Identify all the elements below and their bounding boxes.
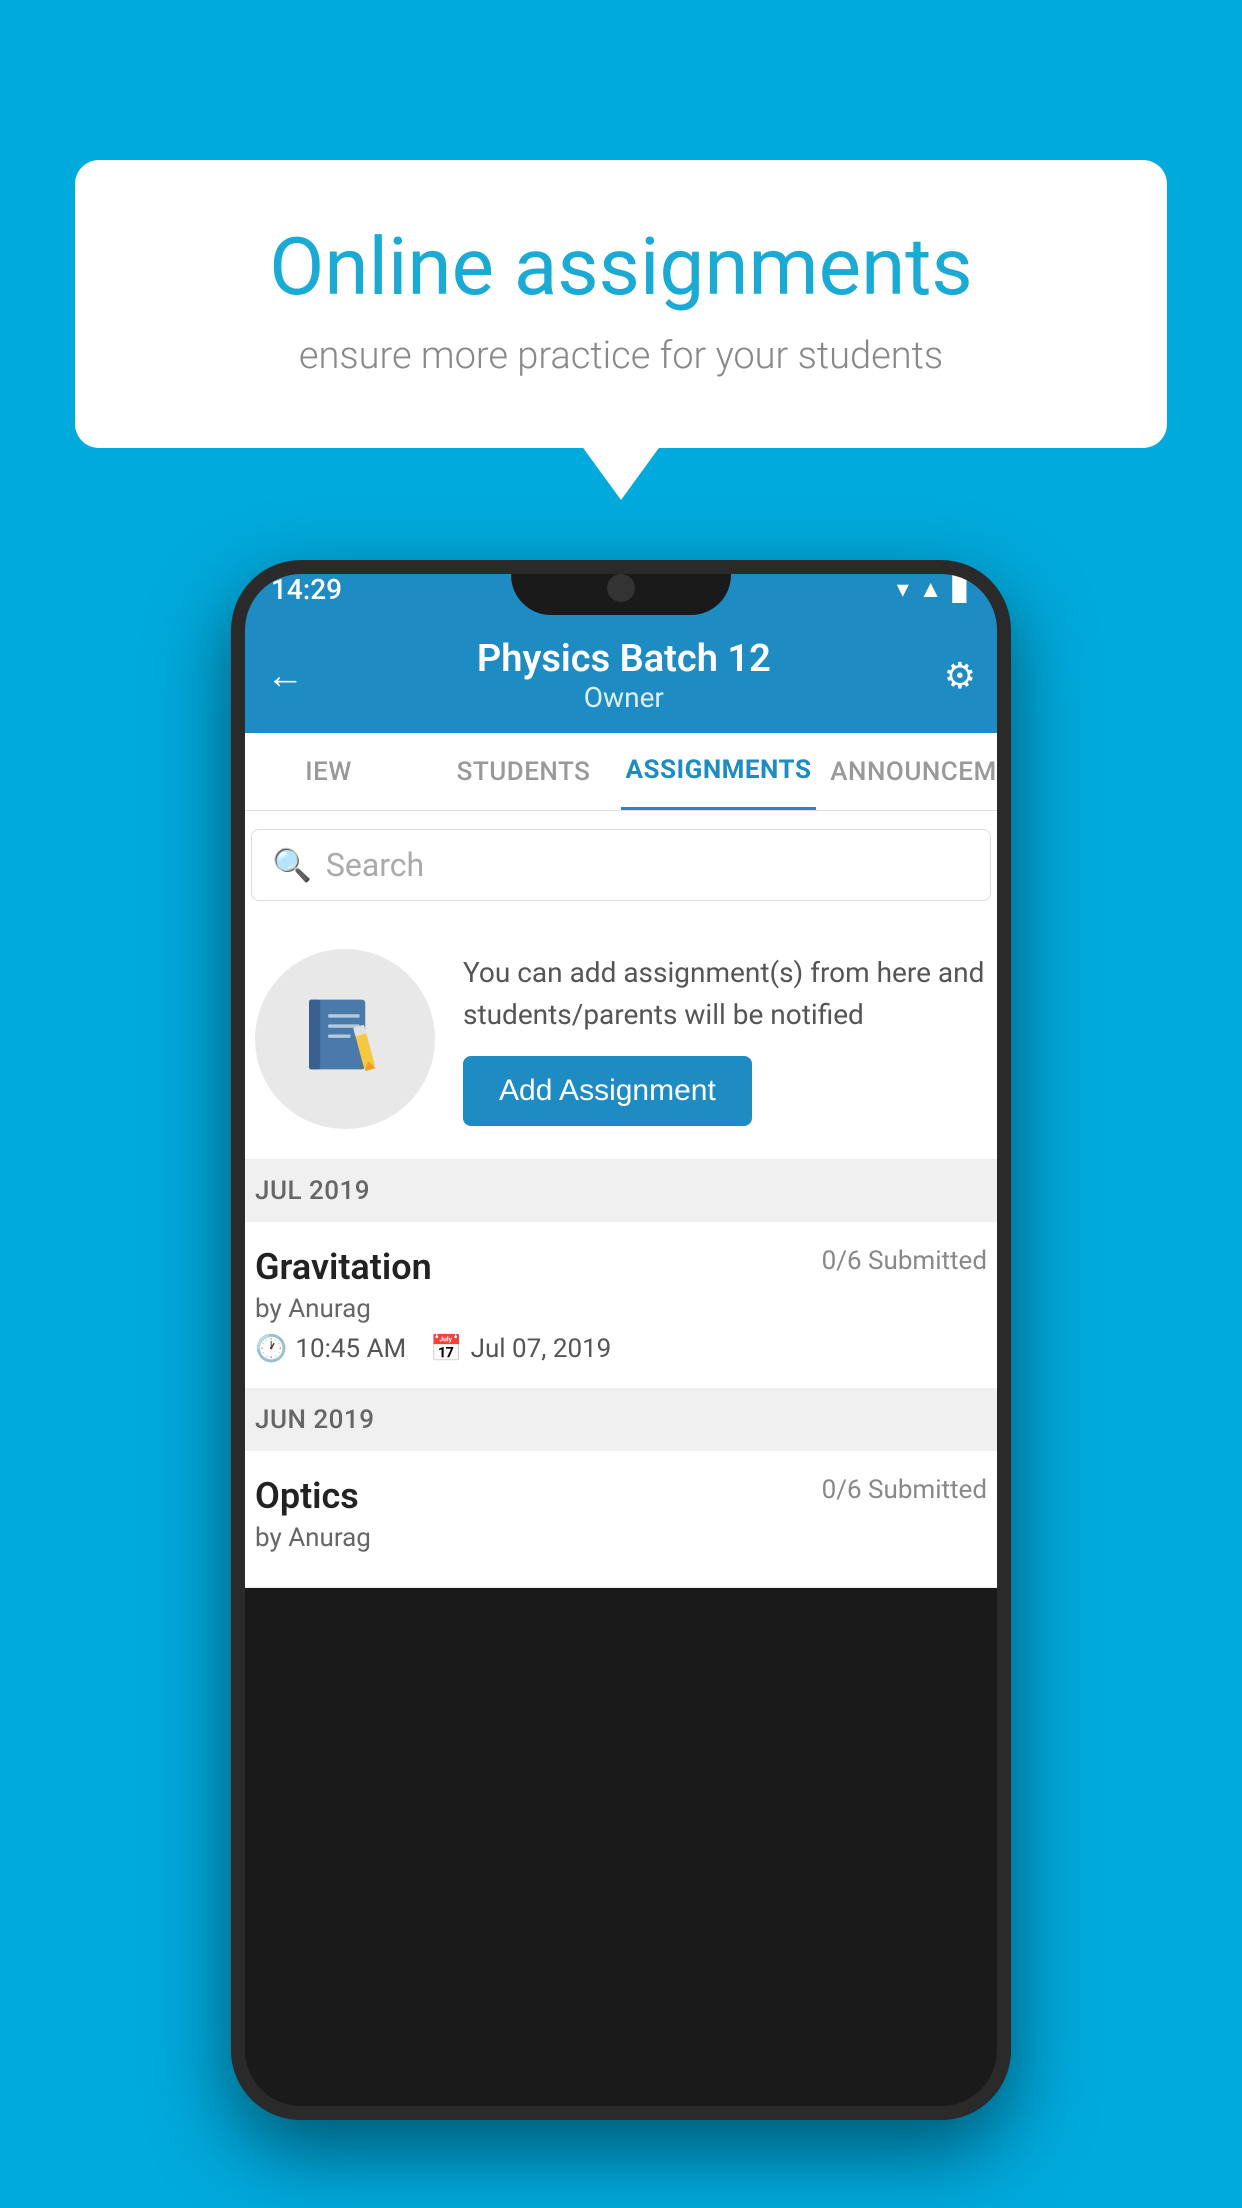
assignment-submitted: 0/6 Submitted [822, 1246, 987, 1276]
assignment-item-gravitation[interactable]: Gravitation 0/6 Submitted by Anurag 🕐 10… [231, 1222, 1011, 1389]
assignment-meta: 🕐 10:45 AM 📅 Jul 07, 2019 [255, 1334, 987, 1364]
tab-announcements[interactable]: ANNOUNCEM [816, 733, 1011, 810]
status-time: 14:29 [271, 573, 342, 606]
search-placeholder: Search [326, 846, 424, 884]
assignment-name: Gravitation [255, 1246, 432, 1288]
info-description: You can add assignment(s) from here and … [463, 952, 987, 1036]
section-header-jul: JUL 2019 [231, 1160, 1011, 1222]
tab-students[interactable]: STUDENTS [426, 733, 621, 810]
assignment-top-optics: Optics 0/6 Submitted [255, 1475, 987, 1517]
assignment-by: by Anurag [255, 1294, 987, 1324]
phone-mockup: 14:29 ▾ ▲ ▊ ← Physics Batch 12 Owner ⚙ I… [231, 560, 1011, 2120]
signal-icon: ▲ [919, 575, 943, 604]
app-bar-title: Physics Batch 12 [477, 637, 771, 681]
info-text-block: You can add assignment(s) from here and … [463, 952, 987, 1126]
assignment-top: Gravitation 0/6 Submitted [255, 1246, 987, 1288]
assignment-time-value: 10:45 AM [295, 1334, 406, 1364]
info-section: You can add assignment(s) from here and … [231, 919, 1011, 1160]
assignment-item-optics[interactable]: Optics 0/6 Submitted by Anurag [231, 1451, 1011, 1588]
clock-icon: 🕐 [255, 1334, 287, 1364]
speech-bubble-title: Online assignments [155, 220, 1087, 314]
speech-bubble-subtitle: ensure more practice for your students [155, 334, 1087, 378]
calendar-icon: 📅 [430, 1334, 462, 1364]
search-bar-container: 🔍 Search [231, 811, 1011, 919]
notebook-icon-circle [255, 949, 435, 1129]
assignment-submitted-optics: 0/6 Submitted [822, 1475, 987, 1505]
assignment-date-value: Jul 07, 2019 [471, 1334, 612, 1364]
assignment-name-optics: Optics [255, 1475, 359, 1517]
section-header-jun: JUN 2019 [231, 1389, 1011, 1451]
settings-button[interactable]: ⚙ [944, 655, 976, 697]
assignment-time: 🕐 10:45 AM [255, 1334, 406, 1364]
notebook-icon [300, 994, 390, 1084]
tab-iew[interactable]: IEW [231, 733, 426, 810]
assignment-by-optics: by Anurag [255, 1523, 987, 1553]
search-bar[interactable]: 🔍 Search [251, 829, 991, 901]
phone-camera [607, 574, 635, 602]
screen-content: 🔍 Search [231, 811, 1011, 1588]
phone-body: 14:29 ▾ ▲ ▊ ← Physics Batch 12 Owner ⚙ I… [231, 560, 1011, 2120]
tab-bar: IEW STUDENTS ASSIGNMENTS ANNOUNCEM [231, 733, 1011, 811]
app-bar-title-block: Physics Batch 12 Owner [477, 637, 771, 714]
wifi-icon: ▾ [897, 575, 909, 603]
tab-assignments[interactable]: ASSIGNMENTS [621, 733, 816, 810]
assignment-date: 📅 Jul 07, 2019 [430, 1334, 611, 1364]
battery-icon: ▊ [953, 575, 971, 603]
app-bar-subtitle: Owner [477, 681, 771, 714]
status-icons: ▾ ▲ ▊ [897, 575, 971, 604]
add-assignment-button[interactable]: Add Assignment [463, 1056, 752, 1126]
speech-bubble: Online assignments ensure more practice … [75, 160, 1167, 448]
app-bar: ← Physics Batch 12 Owner ⚙ [231, 618, 1011, 733]
search-icon: 🔍 [272, 846, 312, 884]
phone-notch [511, 560, 731, 615]
speech-bubble-container: Online assignments ensure more practice … [75, 160, 1167, 448]
back-button[interactable]: ← [266, 654, 304, 698]
